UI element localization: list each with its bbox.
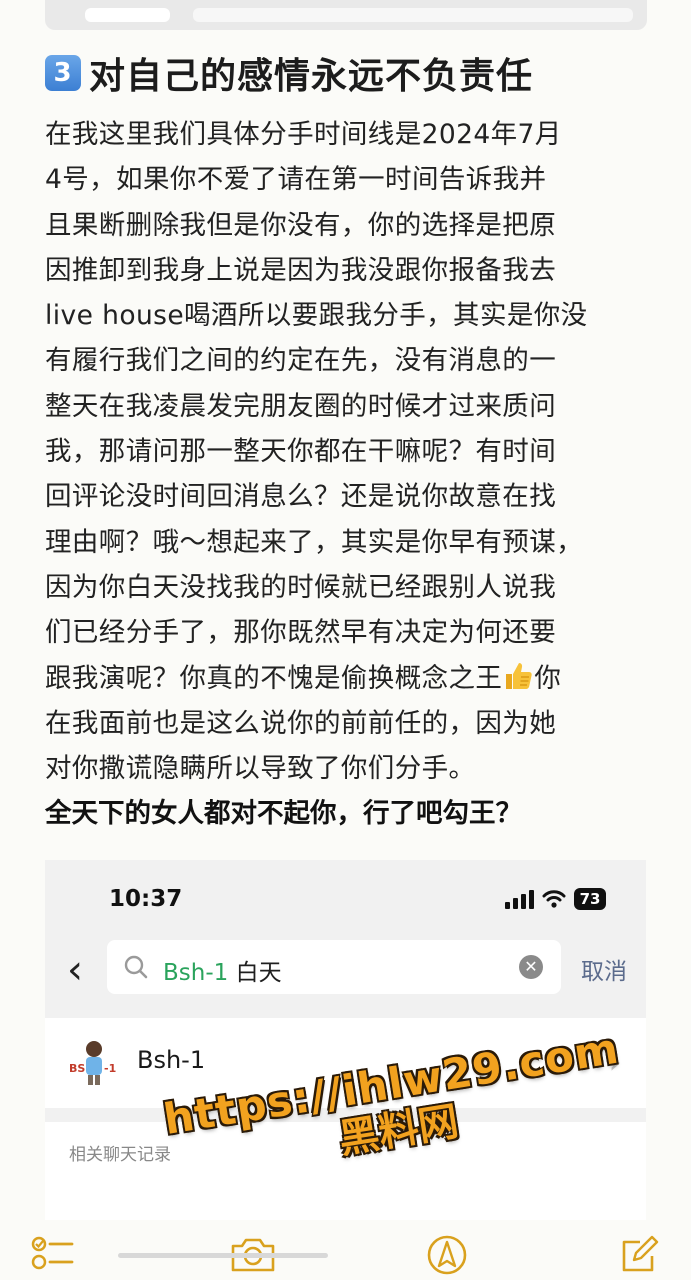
section-title: 相关聊天记录 xyxy=(69,1145,171,1165)
note-paragraph: 在我这里我们具体分手时间线是2024年7月 4号，如果你不爱了请在第一时间告诉我… xyxy=(45,112,651,791)
status-icons: 73 xyxy=(505,888,606,910)
keycap-number-icon: 3 xyxy=(45,55,81,91)
search-icon xyxy=(124,955,148,979)
home-indicator xyxy=(118,1253,328,1258)
compass-icon[interactable] xyxy=(426,1234,468,1276)
contact-name: Bsh-1 xyxy=(137,1046,206,1074)
closing-line: 全天下的女人都对不起你，行了吧勾王？ xyxy=(45,798,522,830)
paragraph-part-a: 在我这里我们具体分手时间线是2024年7月 4号，如果你不爱了请在第一时间告诉我… xyxy=(45,119,588,694)
status-time: 10:37 xyxy=(109,886,183,912)
clear-icon: ✕ xyxy=(519,955,543,979)
svg-text:-1: -1 xyxy=(104,1062,116,1075)
search-query: Bsh-1 白天 xyxy=(163,953,282,987)
contact-avatar: BS -1 xyxy=(67,1036,121,1090)
status-bar: 10:37 73 xyxy=(45,860,646,938)
bottom-toolbar xyxy=(0,1220,691,1280)
search-input: Bsh-1 白天 ✕ xyxy=(107,940,561,994)
search-query-rest: 白天 xyxy=(228,960,282,986)
wifi-icon xyxy=(542,890,566,908)
cancel-button: 取消 xyxy=(581,959,627,985)
cellular-signal-icon xyxy=(505,889,534,909)
back-chevron-icon: ‹ xyxy=(67,947,83,993)
checklist-icon[interactable] xyxy=(30,1234,78,1274)
section-heading: 3 对自己的感情永远不负责任 xyxy=(45,48,651,98)
strip-pill xyxy=(193,8,633,22)
strip-pill xyxy=(85,8,170,22)
svg-text:BS: BS xyxy=(69,1062,85,1075)
heading-text: 对自己的感情永远不负责任 xyxy=(89,56,534,97)
thumbs-up-icon xyxy=(506,662,532,689)
battery-indicator: 73 xyxy=(574,888,606,910)
search-row: ‹ Bsh-1 白天 ✕ 取消 xyxy=(45,938,646,1018)
search-query-highlight: Bsh-1 xyxy=(163,960,229,986)
compose-icon[interactable] xyxy=(618,1234,660,1276)
previous-content-strip xyxy=(45,0,647,30)
note-body[interactable]: 3 对自己的感情永远不负责任 在我这里我们具体分手时间线是2024年7月 4号，… xyxy=(45,48,651,836)
